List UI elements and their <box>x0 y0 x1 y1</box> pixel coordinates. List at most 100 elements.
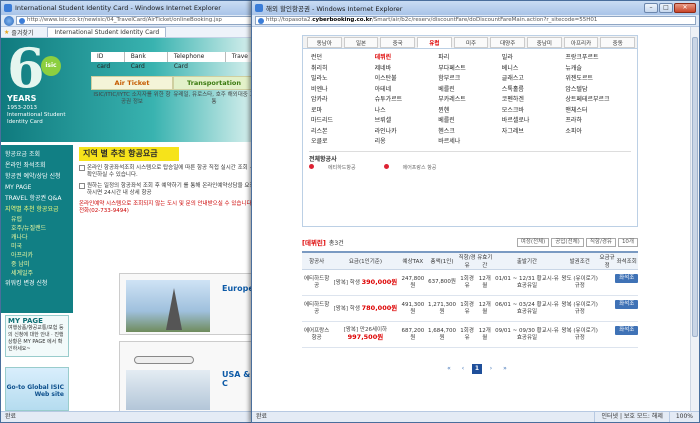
left-nav-item[interactable]: 호주/뉴질랜드 <box>1 224 73 233</box>
left-nav-item[interactable]: 위워킹 변경 신청 <box>1 278 73 289</box>
pager-arrow-icon[interactable]: ‹ <box>458 364 468 374</box>
filter-itinerary-select[interactable]: 여정(전체) <box>516 237 550 247</box>
menu-bank-card[interactable]: Bank Card <box>125 52 168 70</box>
city-link[interactable]: 암카라 <box>311 95 375 105</box>
city-link[interactable]: 밀라노 <box>311 74 375 84</box>
city-link[interactable]: 나스 <box>375 106 439 116</box>
left-nav-item[interactable]: 유럽 <box>1 215 73 224</box>
left-nav-item[interactable]: MY PAGE <box>1 182 73 193</box>
city-link[interactable]: 소피아 <box>565 127 629 137</box>
goto-global-isic-banner[interactable]: Go-to Global ISIC Web site <box>5 367 69 411</box>
city-link[interactable]: 상트페테르부르크 <box>565 95 629 105</box>
region-tab[interactable]: 대양주 <box>490 37 526 48</box>
usa-card[interactable]: USA & C <box>119 341 255 413</box>
city-link[interactable]: 데뷔린 <box>375 53 439 63</box>
filter-count-select[interactable]: 10개 <box>617 237 638 247</box>
maximize-button[interactable]: □ <box>659 3 673 13</box>
city-link[interactable]: 코펜하겐 <box>502 95 566 105</box>
airline-etihad[interactable]: 에티하드항공 <box>309 163 370 172</box>
filter-stops-select[interactable]: 직항/경유 <box>585 237 616 247</box>
city-link[interactable]: 뮌헨 <box>438 106 502 116</box>
bg-tab[interactable]: International Student Identity Card <box>47 27 167 37</box>
city-link[interactable]: 리스본 <box>311 127 375 137</box>
seat-check-button[interactable]: 좌석조회 <box>615 326 638 342</box>
seat-check-button[interactable]: 좌석조회 <box>615 300 638 316</box>
city-link[interactable]: 아테네 <box>375 85 439 95</box>
city-link[interactable]: 이스탄불 <box>375 74 439 84</box>
city-link[interactable]: 위젠도르트 <box>565 74 629 84</box>
city-link[interactable]: 부다페스트 <box>438 64 502 74</box>
vertical-scrollbar[interactable] <box>690 27 699 411</box>
city-link[interactable]: 브뤼셀 <box>375 116 439 126</box>
left-nav-item[interactable]: 지역별 추천 항공요금 <box>1 204 73 215</box>
page-1-button[interactable]: 1 <box>472 364 482 374</box>
favorites-star-icon[interactable]: ★ <box>4 29 9 36</box>
close-button[interactable]: ✕ <box>674 3 696 13</box>
left-nav-item[interactable]: TRAVEL 항공권 Q&A <box>1 193 73 204</box>
minimize-button[interactable]: – <box>644 3 658 13</box>
filter-class-select[interactable]: 공입(전체) <box>551 237 584 247</box>
left-nav-item[interactable]: 미국 <box>1 242 73 251</box>
left-nav-item[interactable]: 온라인 좌석조회 <box>1 160 73 171</box>
left-nav-item[interactable]: 아프리카 <box>1 251 73 260</box>
region-tab[interactable]: 미주 <box>453 37 489 48</box>
city-link[interactable]: 프랑크푸르트 <box>565 53 629 63</box>
region-tab[interactable]: 중국 <box>380 37 416 48</box>
city-link[interactable]: 암스텔담 <box>565 85 629 95</box>
city-link[interactable]: 밀라 <box>502 53 566 63</box>
city-link[interactable]: 슈투가르트 <box>375 95 439 105</box>
tab-transportation[interactable]: Transportation <box>173 76 255 90</box>
city-link[interactable]: 파리 <box>438 53 502 63</box>
airline-header[interactable]: 전체항공사 <box>309 155 631 164</box>
region-tab[interactable]: 일본 <box>343 37 379 48</box>
city-link[interactable]: 베를린 <box>438 116 502 126</box>
airline-airfrance[interactable]: 에어프랑스 항공 <box>383 163 451 172</box>
fg-url-input[interactable]: http://topasota2.cyberbooking.co.kr/Smar… <box>255 16 696 25</box>
left-nav-item[interactable]: 항공요금 조회 <box>1 149 73 160</box>
city-link[interactable]: 마드리드 <box>311 116 375 126</box>
city-link[interactable]: 베를린 <box>438 85 502 95</box>
zoom-level[interactable]: 100% <box>668 412 699 422</box>
city-link[interactable]: 취리히 <box>311 64 375 74</box>
city-link[interactable]: 바르세나 <box>438 137 502 147</box>
left-nav-item[interactable]: 중 남미 <box>1 260 73 269</box>
city-link[interactable]: 모스크바 <box>502 106 566 116</box>
back-icon[interactable] <box>4 15 14 26</box>
city-link[interactable]: 베니스 <box>502 64 566 74</box>
city-link[interactable]: 함부르크 <box>438 74 502 84</box>
left-nav-item[interactable]: 항공권 예약/상담 신청 <box>1 171 73 182</box>
city-link[interactable]: 프라하 <box>565 116 629 126</box>
city-link[interactable]: 라인나카 <box>375 127 439 137</box>
europe-card[interactable]: Europe <box>119 273 255 335</box>
mypage-box[interactable]: MY PAGE 여행상품/항공교통/보험 등의 신청에 대한 안내 · 진행상황… <box>5 315 69 357</box>
left-nav-item[interactable]: 캐나다 <box>1 233 73 242</box>
city-link[interactable]: 오클로 <box>311 137 375 147</box>
city-link[interactable]: 맨체스터 <box>565 106 629 116</box>
bg-url-input[interactable]: http://www.isic.co.kr/newisic/04_TravelC… <box>16 16 252 25</box>
region-tab[interactable]: 아프리카 <box>563 37 599 48</box>
seat-check-button[interactable]: 좌석조회 <box>615 274 638 290</box>
region-tab[interactable]: 유럽 <box>417 37 452 48</box>
menu-id-card[interactable]: ID card <box>91 52 125 70</box>
pager-arrow-icon[interactable]: › <box>486 364 496 374</box>
region-tab[interactable]: 동남아 <box>307 37 342 48</box>
city-link[interactable]: 비엔나 <box>311 85 375 95</box>
tab-air-ticket[interactable]: Air Ticket <box>91 76 173 90</box>
scroll-thumb[interactable] <box>692 37 698 337</box>
city-link[interactable]: 런던 <box>311 53 375 63</box>
pager-arrow-icon[interactable]: « <box>444 364 454 374</box>
city-link[interactable]: 자그레브 <box>502 127 566 137</box>
city-link[interactable]: 스톡홀름 <box>502 85 566 95</box>
pager-arrow-icon[interactable]: » <box>500 364 510 374</box>
menu-telephone-card[interactable]: Telephone Card <box>168 52 226 70</box>
region-tab[interactable]: 중남미 <box>527 37 562 48</box>
city-link[interactable]: 바르셀로나 <box>502 116 566 126</box>
city-link[interactable]: 부카레스트 <box>438 95 502 105</box>
city-link[interactable]: 로마 <box>311 106 375 116</box>
city-link[interactable]: 뉴캐슬 <box>565 64 629 74</box>
city-link[interactable]: 글래스고 <box>502 74 566 84</box>
region-tab[interactable]: 중동 <box>600 37 636 48</box>
city-link[interactable]: 헨스크 <box>438 127 502 137</box>
left-nav-item[interactable]: 세계일주 <box>1 269 73 278</box>
europe-label[interactable]: Europe <box>222 284 254 293</box>
